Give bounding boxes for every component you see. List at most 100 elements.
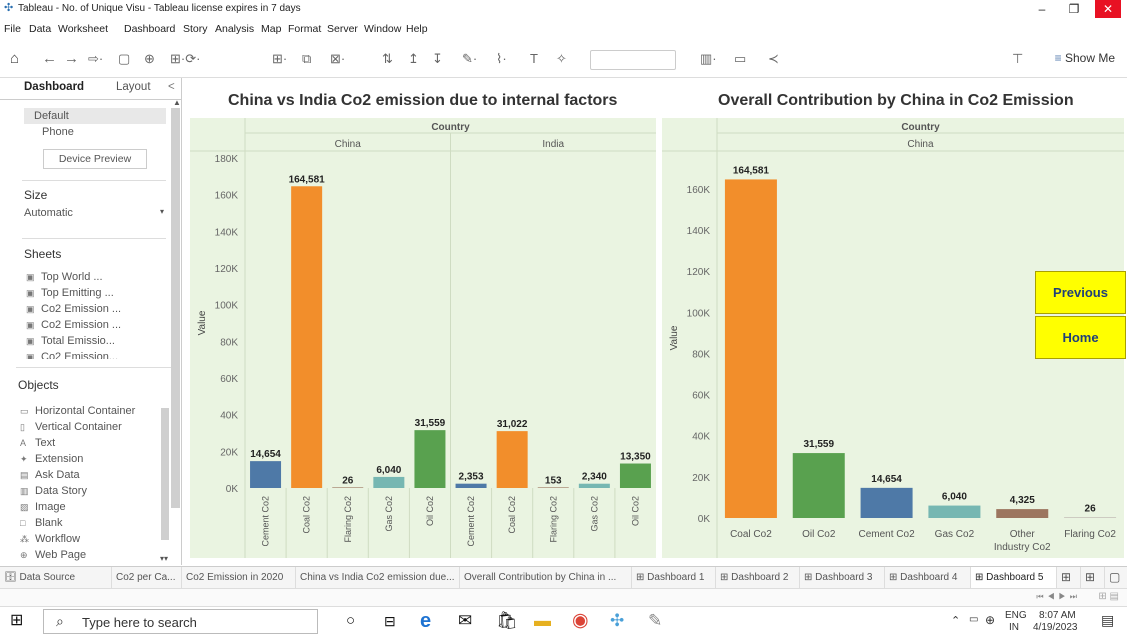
windows-start-icon[interactable]: ⊞ [10,611,23,631]
object-data-story[interactable]: ▥ Data Story [20,485,87,497]
collapse-panel-button[interactable]: < [168,81,175,93]
sheet-item[interactable]: ▣ Top Emitting ... [26,287,114,299]
sort-ascending-icon[interactable]: ↥ [408,50,419,68]
duplicate-icon[interactable]: ⧉ [302,50,311,68]
object-workflow[interactable]: ⁂ Workflow [20,533,80,545]
tab-layout[interactable]: Layout [116,81,151,93]
ask-data-icon[interactable]: ⊤ [1012,50,1023,68]
view-toggle-icons[interactable]: ⊞ ▤ [1098,591,1119,602]
device-default[interactable]: Default [34,110,69,122]
forward-icon[interactable]: → [64,50,79,68]
device-preview-button[interactable]: Device Preview [43,149,147,169]
new-worksheet-tab-icon[interactable]: ⊞ [1057,567,1081,588]
tab-data-source[interactable]: 🗄 Data Source [0,567,112,588]
clock-date[interactable]: 4/19/2023 [1033,622,1078,633]
sort-descending-icon[interactable]: ↧ [432,50,443,68]
menu-analysis[interactable]: Analysis [215,23,254,35]
highlight-icon[interactable]: ✎· [462,50,477,68]
labels-icon[interactable]: T [530,50,538,68]
show-me-button[interactable]: ≡ Show Me [1055,51,1115,65]
mail-icon[interactable]: ✉ [458,611,472,631]
redo-icon[interactable]: ⇨· [88,50,103,68]
show-cards-icon[interactable]: ▥· [700,50,717,68]
close-button[interactable]: ✕ [1095,0,1121,18]
size-select[interactable]: Automatic [24,207,73,219]
tab-sheet[interactable]: Overall Contribution by China in ... [460,567,632,588]
panel-scrollbar[interactable] [171,108,180,508]
menu-worksheet[interactable]: Worksheet [58,23,108,35]
object-blank[interactable]: □ Blank [20,517,63,529]
store-icon[interactable]: 🛍 [496,611,518,631]
pin-icon[interactable]: ✧ [556,50,567,68]
new-story-tab-icon[interactable]: ▢ [1105,567,1127,588]
home-button[interactable]: Home [1035,316,1126,359]
share-icon[interactable]: ≺ [768,50,779,68]
tab-dashboard-4[interactable]: ⊞ Dashboard 4 [885,567,971,588]
scroll-down-icon[interactable]: ▾▾ [160,554,168,563]
region-indicator[interactable]: IN [1009,622,1019,633]
object-vertical-container[interactable]: ▯ Vertical Container [20,421,122,433]
menu-map[interactable]: Map [261,23,281,35]
scroll-up-icon[interactable]: ▲ [173,98,181,107]
tab-sheet[interactable]: Co2 Emission in 2020 [182,567,296,588]
menu-story[interactable]: Story [183,23,208,35]
file-explorer-icon[interactable]: ▬ [534,611,551,631]
menu-window[interactable]: Window [364,23,401,35]
menu-file[interactable]: File [4,23,21,35]
menu-help[interactable]: Help [406,23,428,35]
tab-dashboard-1[interactable]: ⊞ Dashboard 1 [632,567,716,588]
object-ask-data[interactable]: ▤ Ask Data [20,469,80,481]
sheet-item[interactable]: ▣ Top World ... [26,271,103,283]
object-extension[interactable]: ✦ Extension [20,453,83,465]
object-image[interactable]: ▨ Image [20,501,66,513]
battery-icon[interactable]: ▭ [969,614,978,625]
object-web-page[interactable]: ⊕ Web Page [20,549,86,561]
edge-browser-icon[interactable]: e [420,611,431,631]
clock-time[interactable]: 8:07 AM [1039,610,1076,621]
minimize-button[interactable]: – [1027,0,1057,18]
object-horizontal-container[interactable]: ▭ Horizontal Container [20,405,135,417]
tab-dashboard[interactable]: Dashboard [24,81,84,93]
task-view-icon[interactable]: ⊟ [384,611,396,631]
object-text[interactable]: A Text [20,437,55,449]
chevron-up-icon[interactable]: ⌃ [951,614,960,627]
tab-dashboard-5[interactable]: ⊞ Dashboard 5 [971,567,1057,588]
app-icon[interactable]: ✎ [648,611,662,631]
menu-format[interactable]: Format [288,23,321,35]
taskbar-search[interactable]: ⌕ Type here to search [43,609,318,634]
tab-dashboard-2[interactable]: ⊞ Dashboard 2 [716,567,800,588]
home-icon[interactable]: ⌂ [10,50,19,68]
tab-sheet[interactable]: Co2 per Ca... [112,567,182,588]
presentation-icon[interactable]: ▭ [734,50,746,68]
group-icon[interactable]: ⌇· [496,50,507,68]
clear-sheet-icon[interactable]: ⊠· [330,50,345,68]
chevron-down-icon[interactable]: ▾ [160,207,164,216]
objects-scrollbar[interactable] [161,408,169,540]
maximize-button[interactable]: ❐ [1059,0,1089,18]
fit-dropdown[interactable] [590,50,676,70]
sheet-navigation-icons[interactable]: ⏮◀▶⏭ [1036,592,1081,602]
menu-server[interactable]: Server [327,23,358,35]
new-data-source-icon[interactable]: ⊕ [144,50,155,68]
menu-data[interactable]: Data [29,23,51,35]
swap-icon[interactable]: ⇅ [382,50,393,68]
sheet-item[interactable]: ▣ Co2 Emission ... [26,319,121,331]
previous-button[interactable]: Previous [1035,271,1126,314]
network-icon[interactable]: ⊕ [985,613,995,627]
new-worksheet-icon[interactable]: ⊞· [272,50,287,68]
back-icon[interactable]: ← [42,50,57,68]
save-icon[interactable]: ▢ [118,50,130,68]
chrome-icon[interactable]: ◉ [572,611,589,631]
pause-updates-icon[interactable]: ⊞·⟳· [170,50,200,68]
language-indicator[interactable]: ENG [1005,610,1027,621]
sheet-item-clipped[interactable]: ▣ Co2 Emission... [26,351,156,359]
tab-dashboard-3[interactable]: ⊞ Dashboard 3 [800,567,885,588]
new-dashboard-tab-icon[interactable]: ⊞ [1081,567,1105,588]
device-phone[interactable]: Phone [42,126,74,138]
tableau-app-icon[interactable]: ✣ [610,611,624,631]
sheet-item[interactable]: ▣ Total Emissio... [26,335,115,347]
menu-dashboard[interactable]: Dashboard [124,23,175,35]
sheet-item[interactable]: ▣ Co2 Emission ... [26,303,121,315]
cortana-icon[interactable]: ○ [346,611,355,631]
notification-icon[interactable]: ▤ [1101,612,1114,629]
